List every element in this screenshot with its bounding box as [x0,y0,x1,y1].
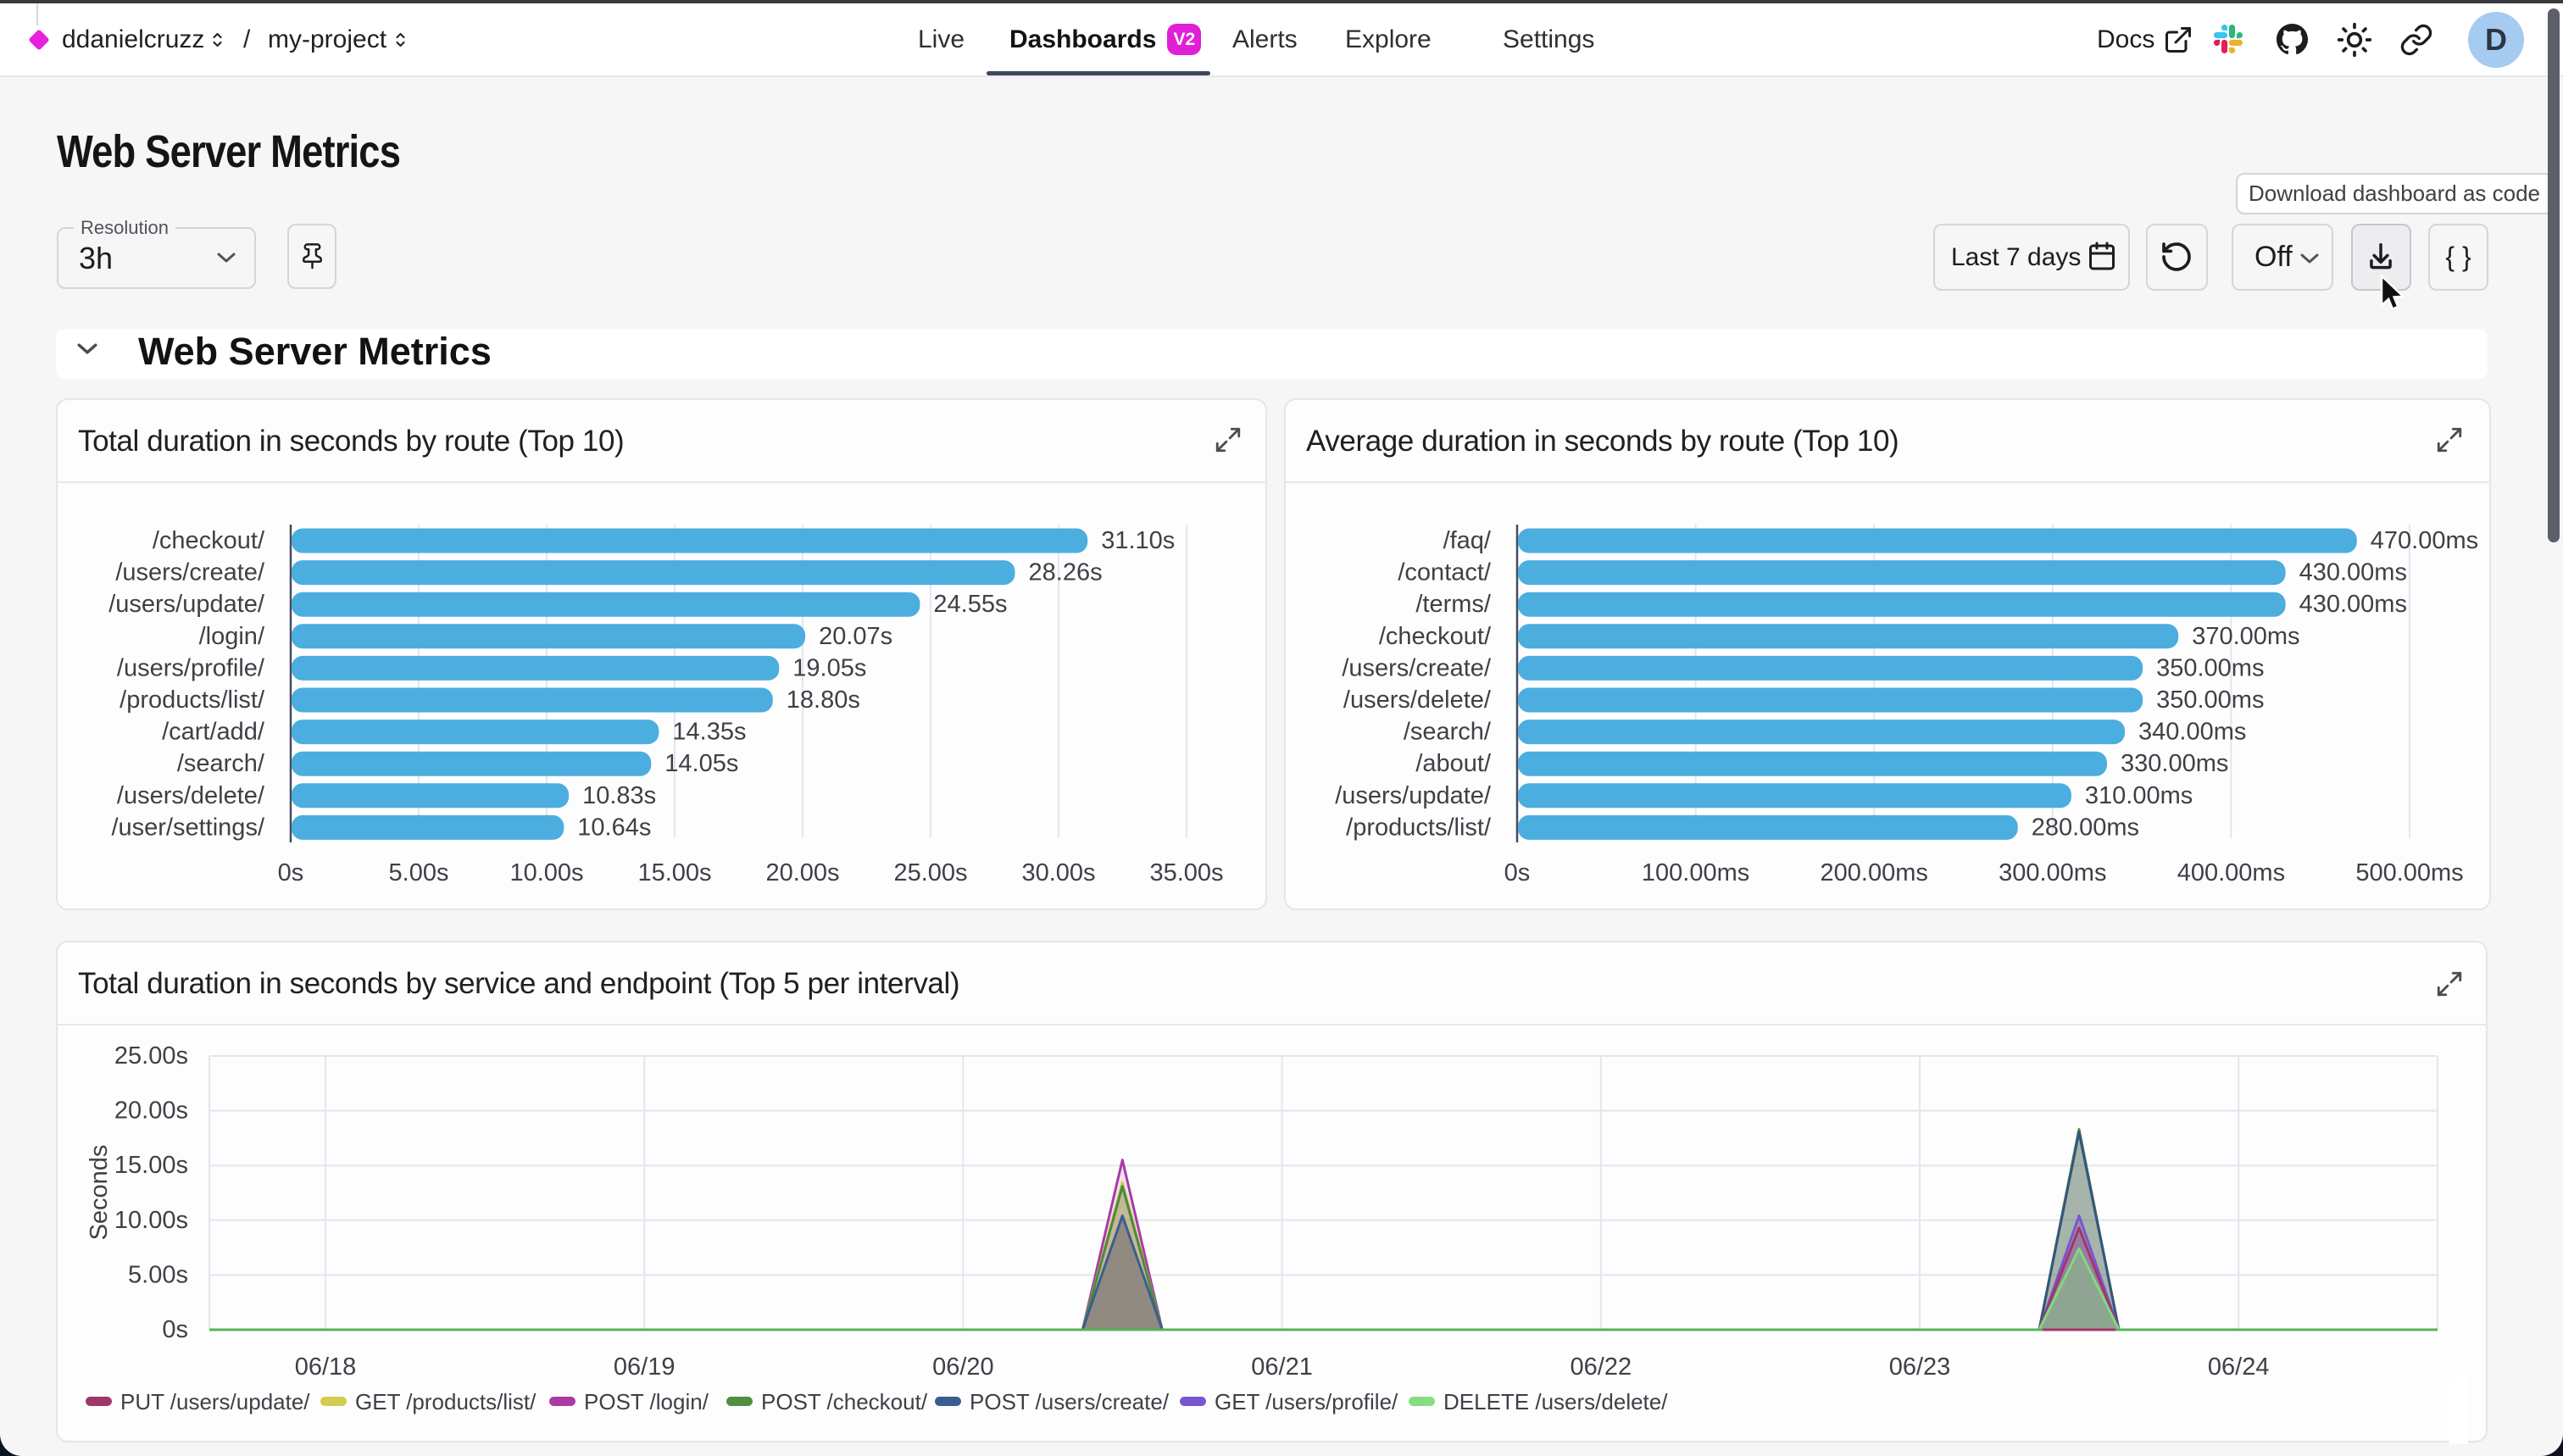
svg-text:06/20: 06/20 [932,1353,994,1381]
svg-text:/products/list/: /products/list/ [1346,814,1492,841]
svg-text:0s: 0s [278,859,304,886]
svg-text:/search/: /search/ [1404,719,1492,746]
svg-text:500.00ms: 500.00ms [2355,859,2463,886]
svg-text:370.00ms: 370.00ms [2192,623,2299,650]
svg-text:24.55s: 24.55s [933,591,1007,618]
svg-text:POST /checkout/: POST /checkout/ [761,1389,928,1414]
svg-text:30.00s: 30.00s [1021,859,1095,886]
svg-text:/user/settings/: /user/settings/ [111,814,264,841]
svg-text:GET /users/profile/: GET /users/profile/ [1215,1389,1398,1414]
svg-text:19.05s: 19.05s [792,654,866,681]
svg-text:/users/profile/: /users/profile/ [117,654,265,681]
svg-text:15.00s: 15.00s [114,1152,188,1179]
svg-text:5.00s: 5.00s [389,859,449,886]
svg-text:300.00ms: 300.00ms [1999,859,2106,886]
svg-text:0s: 0s [162,1316,188,1343]
svg-text:06/21: 06/21 [1251,1353,1313,1381]
svg-text:/products/list/: /products/list/ [120,686,265,714]
svg-text:06/22: 06/22 [1571,1353,1632,1381]
svg-text:/users/create/: /users/create/ [115,559,265,586]
svg-text:100.00ms: 100.00ms [1642,859,1749,886]
svg-text:400.00ms: 400.00ms [2177,859,2285,886]
svg-text:/users/create/: /users/create/ [1342,654,1492,681]
svg-text:10.64s: 10.64s [577,814,651,841]
svg-text:430.00ms: 430.00ms [2299,559,2407,586]
svg-text:0s: 0s [1504,859,1531,886]
svg-text:POST /login/: POST /login/ [584,1389,709,1414]
svg-text:/contact/: /contact/ [1398,559,1492,586]
svg-text:340.00ms: 340.00ms [2138,719,2246,746]
svg-text:/terms/: /terms/ [1415,591,1492,618]
svg-text:/users/delete/: /users/delete/ [1343,686,1492,714]
svg-text:Seconds: Seconds [86,1145,113,1241]
svg-text:06/23: 06/23 [1889,1353,1951,1381]
svg-text:/faq/: /faq/ [1443,527,1492,554]
svg-text:31.10s: 31.10s [1101,527,1175,554]
svg-text:350.00ms: 350.00ms [2156,686,2264,714]
svg-text:280.00ms: 280.00ms [2032,814,2139,841]
svg-text:18.80s: 18.80s [787,686,860,714]
svg-text:350.00ms: 350.00ms [2156,654,2264,681]
svg-text:10.00s: 10.00s [509,859,583,886]
svg-text:310.00ms: 310.00ms [2085,782,2193,809]
svg-text:25.00s: 25.00s [893,859,967,886]
svg-text:5.00s: 5.00s [128,1261,188,1288]
svg-text:15.00s: 15.00s [637,859,711,886]
svg-text:/users/update/: /users/update/ [1335,782,1492,809]
svg-text:25.00s: 25.00s [114,1042,188,1070]
svg-text:/checkout/: /checkout/ [153,527,265,554]
svg-text:/login/: /login/ [199,623,265,650]
svg-text:/cart/add/: /cart/add/ [162,719,265,746]
svg-text:10.83s: 10.83s [582,782,656,809]
svg-text:/users/update/: /users/update/ [108,591,265,618]
svg-text:GET /products/list/: GET /products/list/ [355,1389,537,1414]
svg-text:28.26s: 28.26s [1029,559,1103,586]
svg-text:14.35s: 14.35s [672,719,746,746]
svg-text:20.07s: 20.07s [819,623,892,650]
svg-text:/search/: /search/ [177,750,265,777]
svg-text:470.00ms: 470.00ms [2371,527,2478,554]
svg-text:06/18: 06/18 [295,1353,357,1381]
svg-text:/users/delete/: /users/delete/ [117,782,265,809]
svg-text:430.00ms: 430.00ms [2299,591,2407,618]
svg-text:POST /users/create/: POST /users/create/ [970,1389,1170,1414]
svg-text:14.05s: 14.05s [664,750,738,777]
svg-text:06/19: 06/19 [614,1353,675,1381]
svg-text:10.00s: 10.00s [114,1207,188,1234]
svg-text:20.00s: 20.00s [765,859,839,886]
svg-text:DELETE /users/delete/: DELETE /users/delete/ [1443,1389,1668,1414]
svg-text:330.00ms: 330.00ms [2121,750,2228,777]
svg-text:/about/: /about/ [1415,750,1492,777]
svg-text:06/24: 06/24 [2208,1353,2270,1381]
svg-text:200.00ms: 200.00ms [1821,859,1928,886]
svg-text:/checkout/: /checkout/ [1379,623,1492,650]
svg-text:20.00s: 20.00s [114,1098,188,1125]
svg-text:PUT /users/update/: PUT /users/update/ [120,1389,310,1414]
svg-text:35.00s: 35.00s [1149,859,1223,886]
